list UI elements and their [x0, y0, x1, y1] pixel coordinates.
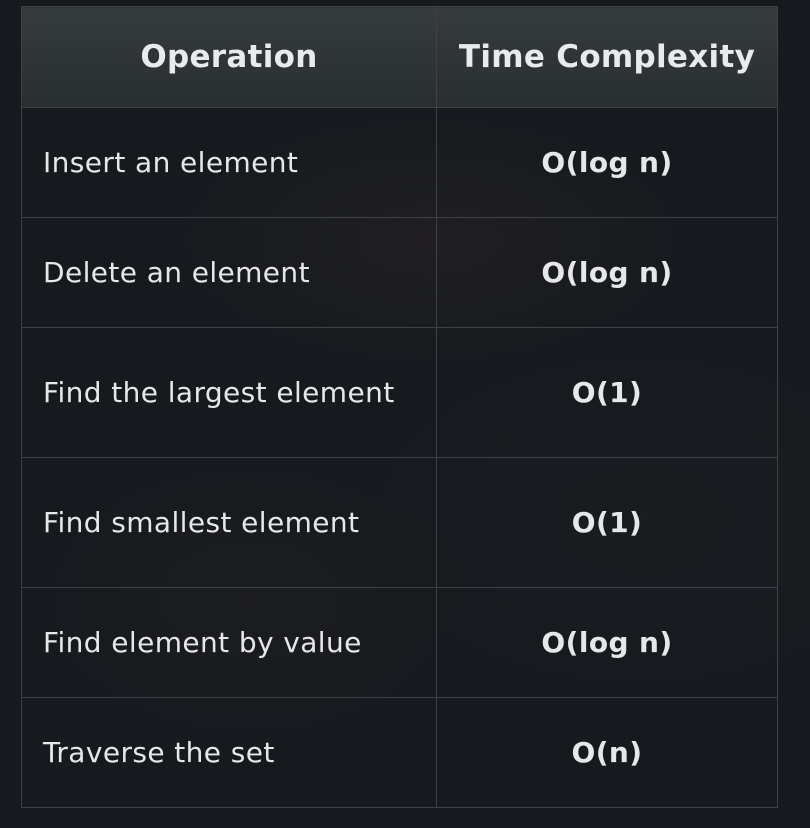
operation-cell: Insert an element — [21, 107, 437, 218]
table-row: Delete an element O(log n) — [21, 217, 778, 328]
table-row: Find the largest element O(1) — [21, 327, 778, 458]
header-operation: Operation — [21, 6, 437, 108]
table-row: Find smallest element O(1) — [21, 457, 778, 588]
complexity-table-container: Operation Time Complexity Insert an elem… — [21, 6, 778, 810]
table-row: Traverse the set O(n) — [21, 697, 778, 808]
header-row: Operation Time Complexity — [21, 6, 778, 108]
complexity-cell: O(n) — [436, 697, 778, 808]
complexity-table: Operation Time Complexity Insert an elem… — [21, 6, 778, 808]
operation-cell: Find the largest element — [21, 327, 437, 458]
complexity-cell: O(log n) — [436, 217, 778, 328]
complexity-cell: O(log n) — [436, 107, 778, 218]
operation-cell: Find smallest element — [21, 457, 437, 588]
operation-cell: Find element by value — [21, 587, 437, 698]
operation-cell: Delete an element — [21, 217, 437, 328]
table-body: Insert an element O(log n) Delete an ele… — [21, 107, 778, 808]
table-row: Insert an element O(log n) — [21, 107, 778, 218]
table-row: Find element by value O(log n) — [21, 587, 778, 698]
table-header: Operation Time Complexity — [21, 6, 778, 108]
complexity-cell: O(log n) — [436, 587, 778, 698]
header-time-complexity: Time Complexity — [436, 6, 778, 108]
complexity-cell: O(1) — [436, 457, 778, 588]
operation-cell: Traverse the set — [21, 697, 437, 808]
complexity-cell: O(1) — [436, 327, 778, 458]
